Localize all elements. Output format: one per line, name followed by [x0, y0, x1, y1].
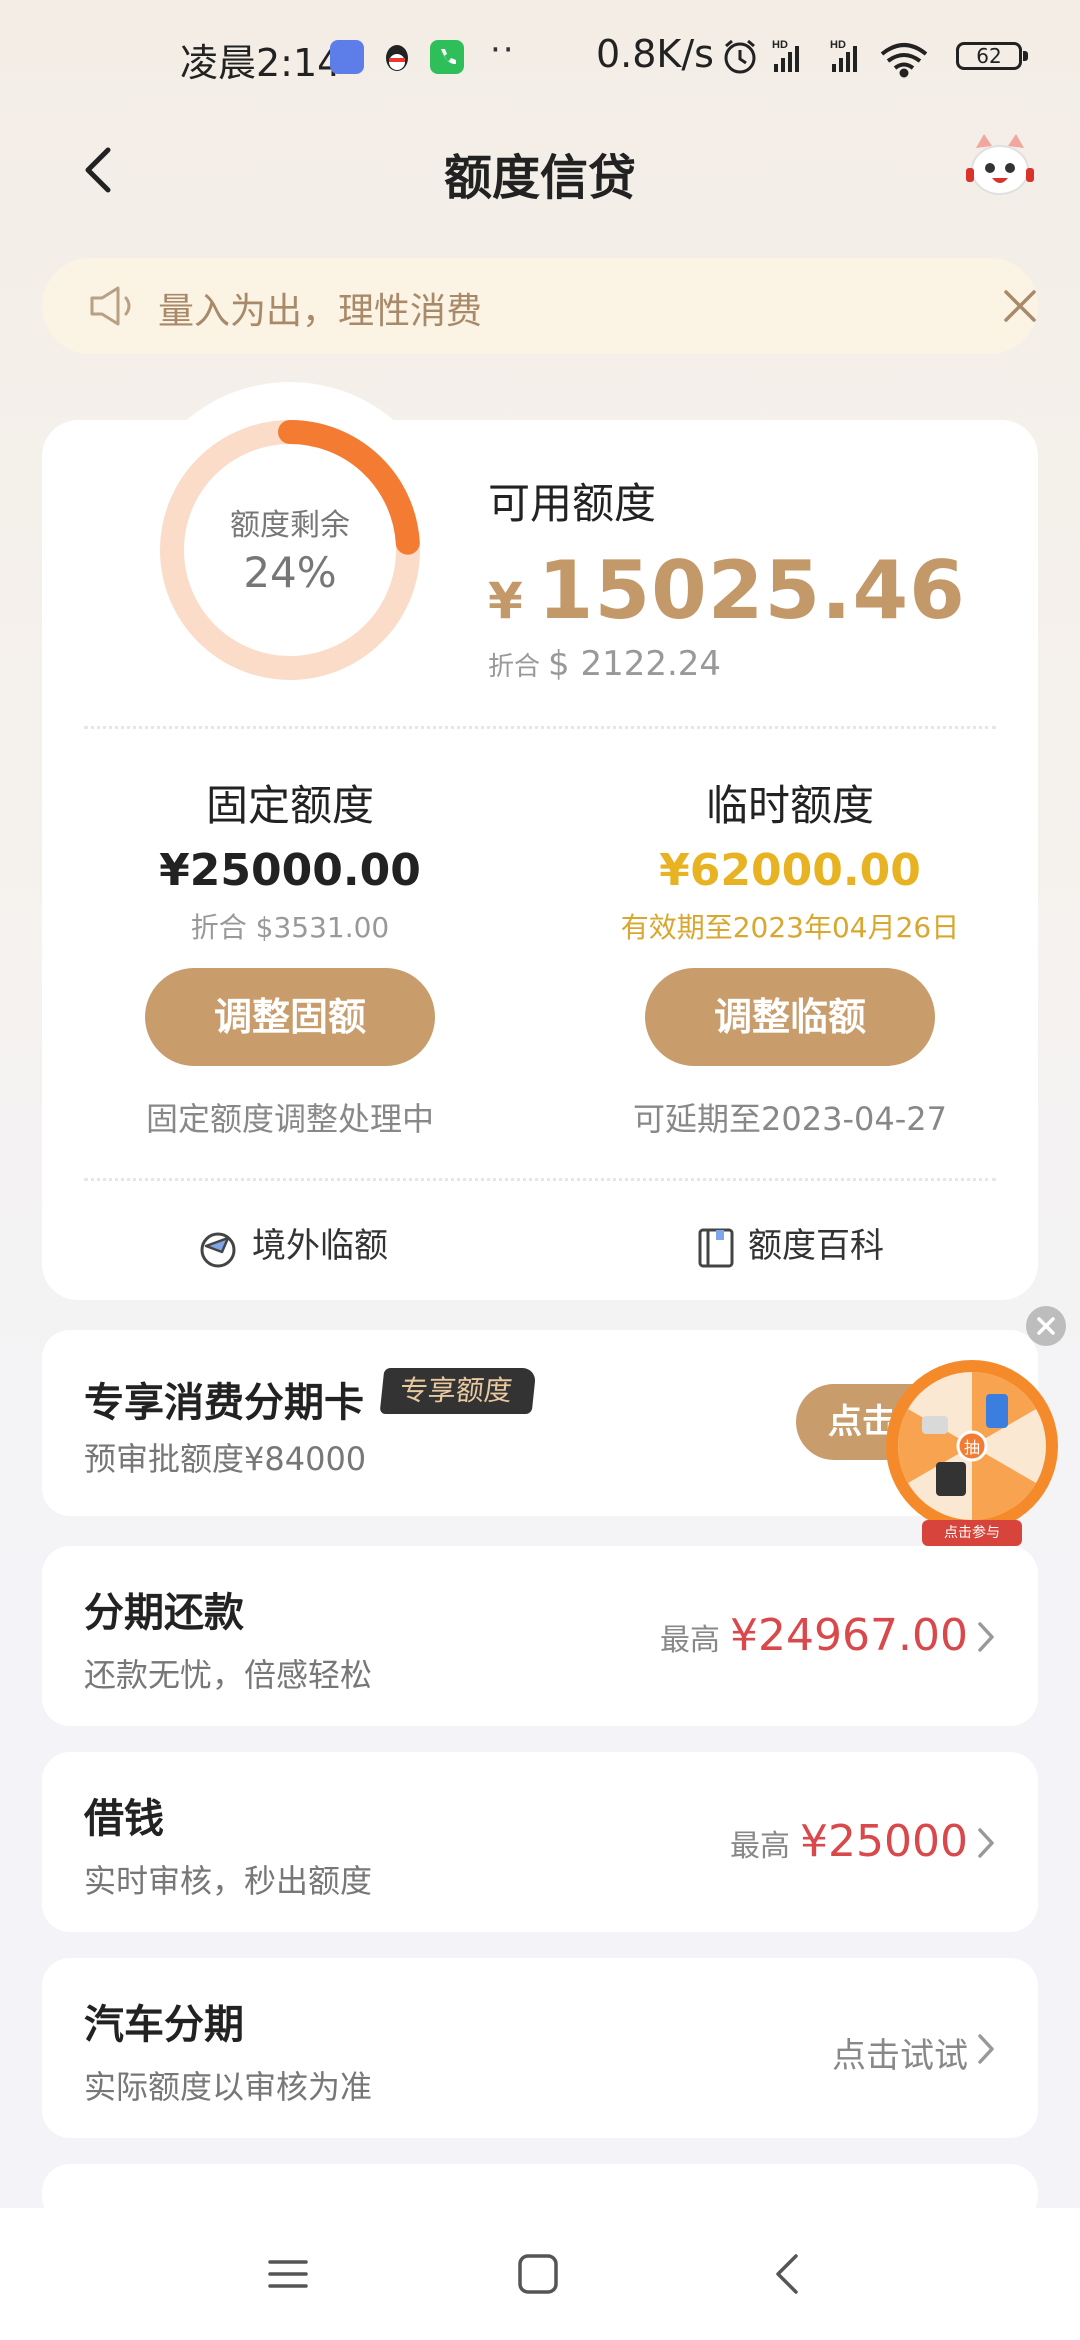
- floating-close-button[interactable]: [1026, 1306, 1066, 1346]
- svg-text:HD: HD: [830, 39, 846, 51]
- temp-limit-section: 临时额度 ¥62000.00 有效期至2023年04月26日 调整临额 可延期至…: [540, 772, 1040, 1140]
- temp-limit-title: 临时额度: [705, 781, 874, 830]
- home-icon[interactable]: [514, 2250, 562, 2298]
- exclusive-limit-badge: 专享额度: [379, 1368, 537, 1414]
- service-row-borrow[interactable]: 借钱 实时审核，秒出额度 最高 ¥25000: [42, 1752, 1038, 1932]
- service-name: 分期还款: [84, 1590, 244, 1636]
- service-row-installment-repay[interactable]: 分期还款 还款无忧，倍感轻松 最高 ¥24967.00: [42, 1546, 1038, 1726]
- status-bar: 凌晨2:14 ·· 0.8K/s HD HD 62: [0, 0, 1080, 120]
- status-time: 凌晨2:14: [180, 41, 342, 85]
- service-value: ¥24967.00: [730, 1610, 968, 1661]
- service-desc: 还款无忧，倍感轻松: [84, 1656, 373, 1694]
- available-label: 可用额度: [488, 479, 657, 528]
- chevron-right-icon: [978, 2034, 994, 2064]
- service-desc: 实时审核，秒出额度: [84, 1862, 373, 1900]
- fixed-limit-note: 固定额度调整处理中: [145, 1100, 434, 1138]
- page-title: 额度信贷: [443, 150, 636, 206]
- temp-limit-note: 可延期至2023-04-27: [633, 1100, 947, 1138]
- service-value-group: 最高 ¥24967.00: [660, 1610, 968, 1661]
- status-more-dots: ··: [490, 30, 516, 70]
- fixed-limit-amount: ¥25000.00: [159, 845, 421, 896]
- adjust-fixed-limit-button[interactable]: 调整固额: [145, 968, 435, 1066]
- available-conv-prefix: 折合: [488, 652, 541, 682]
- status-icons: HD HD: [720, 36, 950, 84]
- installment-card-title: 专享消费分期卡: [84, 1380, 364, 1426]
- alarm-icon: [724, 39, 756, 74]
- battery-icon: 62: [956, 42, 1028, 70]
- back-nav-icon[interactable]: [764, 2250, 812, 2298]
- system-nav-bar: [0, 2208, 1080, 2340]
- available-currency: ¥: [488, 572, 524, 630]
- wheel-label[interactable]: 点击参与: [922, 1520, 1022, 1546]
- chevron-right-icon: [978, 1828, 994, 1858]
- svg-text:HD: HD: [772, 39, 788, 51]
- fixed-limit-section: 固定额度 ¥25000.00 折合 $3531.00 调整固额 固定额度调整处理…: [40, 772, 540, 1140]
- service-name: 汽车分期: [84, 2002, 244, 2048]
- network-speed: 0.8K/s: [596, 32, 714, 76]
- wifi-icon: [880, 43, 928, 78]
- divider: [84, 726, 996, 729]
- speaker-icon: [90, 286, 131, 326]
- signal-icon-2: HD: [830, 39, 857, 72]
- limit-encyclopedia-link[interactable]: 额度百科: [696, 1218, 884, 1270]
- qq-app-icon: [380, 40, 414, 74]
- app-header: 额度信贷: [0, 120, 1080, 220]
- service-row-car-installment[interactable]: 汽车分期 实际额度以审核为准 点击试试: [42, 1958, 1038, 2138]
- encyclopedia-link-label: 额度百科: [748, 1226, 884, 1266]
- chevron-right-icon: [978, 1622, 994, 1652]
- customer-service-mascot-icon[interactable]: [962, 130, 1038, 206]
- service-value-group: 点击试试: [832, 2028, 968, 2077]
- lottery-wheel-icon[interactable]: 抽: [882, 1356, 1062, 1536]
- overseas-link-label: 境外临额: [252, 1226, 388, 1266]
- service-prefix: 最高: [660, 1623, 721, 1658]
- notice-banner: 量入为出，理性消费: [42, 258, 1038, 354]
- adjust-temp-limit-button[interactable]: 调整临额: [645, 968, 935, 1066]
- available-conv-value: $ 2122.24: [548, 644, 722, 684]
- phone-app-icon: [430, 40, 464, 74]
- available-amount: ¥15025.46: [488, 544, 966, 637]
- browser-app-icon: [330, 40, 364, 74]
- service-value-group: 最高 ¥25000: [730, 1816, 968, 1867]
- service-value: ¥25000: [800, 1816, 968, 1867]
- service-desc: 实际额度以审核为准: [84, 2068, 373, 2106]
- notice-text: 量入为出，理性消费: [158, 291, 483, 332]
- overseas-temp-limit-link[interactable]: 境外临额: [196, 1218, 388, 1270]
- notice-close-button[interactable]: [1002, 288, 1038, 324]
- available-conversion: 折合 $ 2122.24: [488, 644, 721, 684]
- signal-icon: HD: [772, 39, 799, 72]
- installment-card-subtitle: 预审批额度¥84000: [84, 1440, 367, 1478]
- divider: [84, 1178, 996, 1181]
- fixed-limit-title: 固定额度: [205, 781, 374, 830]
- temp-limit-amount: ¥62000.00: [659, 845, 921, 896]
- menu-icon[interactable]: [264, 2250, 312, 2298]
- wheel-center-text: 抽: [964, 1438, 980, 1457]
- temp-limit-validity: 有效期至2023年04月26日: [620, 911, 960, 944]
- ring-percent: 24%: [243, 548, 337, 597]
- ring-label: 额度剩余: [230, 508, 350, 543]
- service-action: 点击试试: [832, 2036, 968, 2076]
- globe-plane-icon: [200, 1232, 236, 1267]
- book-icon: [698, 1228, 734, 1267]
- fixed-limit-conversion: 折合 $3531.00: [190, 911, 390, 944]
- service-prefix: 最高: [730, 1829, 791, 1864]
- available-value: 15025.46: [537, 544, 966, 637]
- service-name: 借钱: [84, 1796, 164, 1842]
